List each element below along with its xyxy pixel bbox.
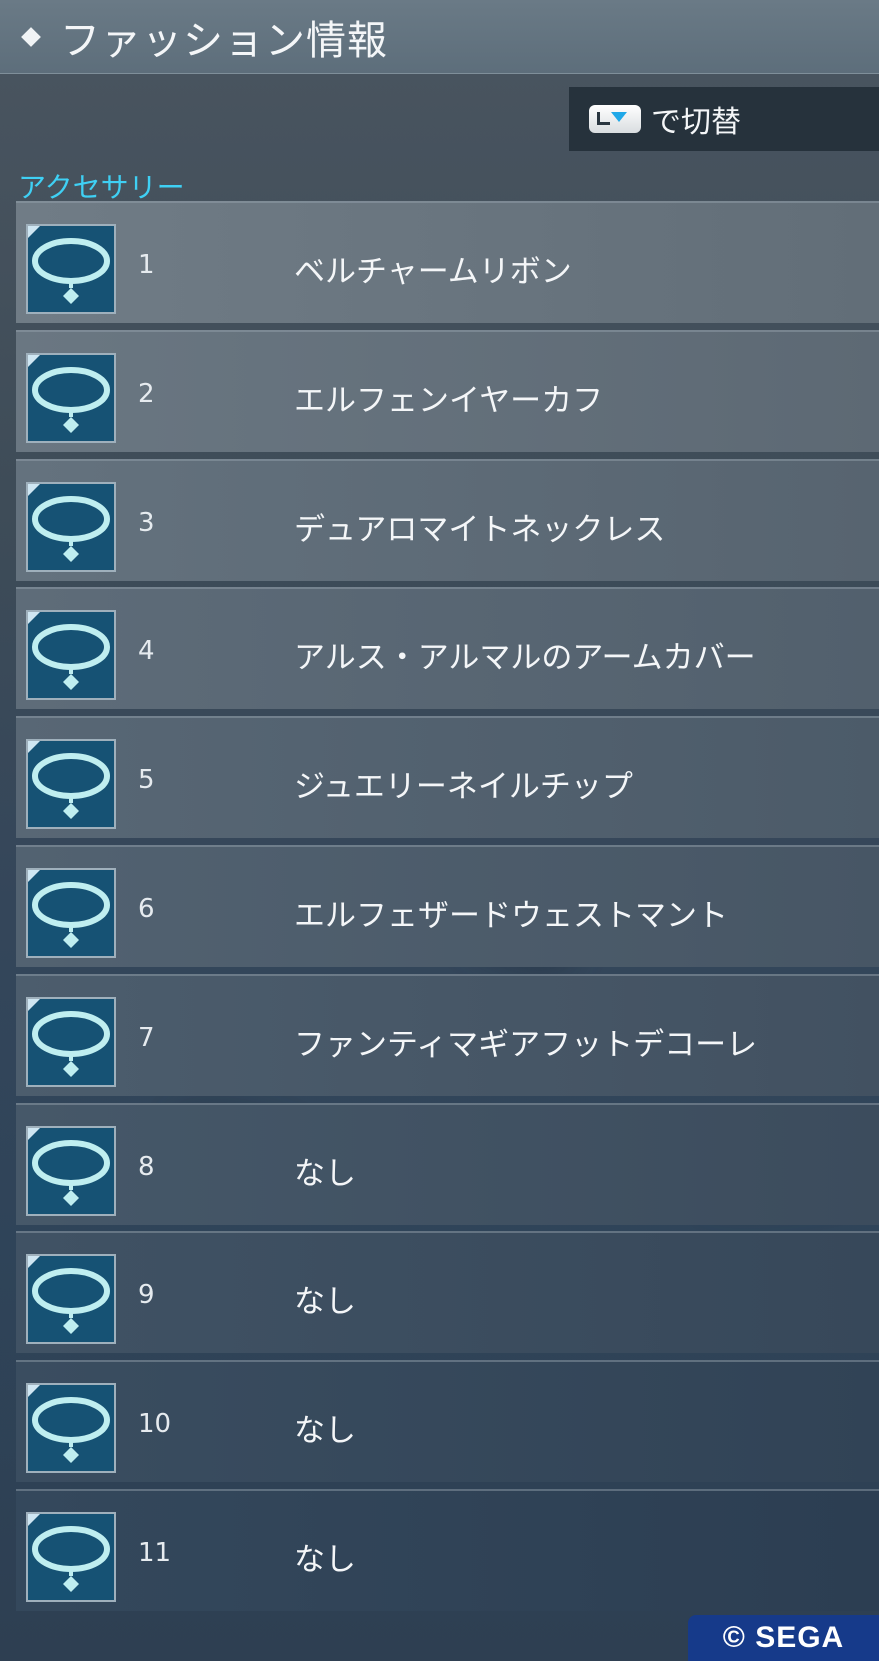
list-item[interactable]: 3 デュアロマイトネックレス bbox=[16, 459, 879, 581]
item-name: なし bbox=[294, 1542, 356, 1578]
list-item[interactable]: 8 なし bbox=[16, 1103, 879, 1225]
item-number: 11 bbox=[138, 1538, 172, 1568]
list-item[interactable]: 10 なし bbox=[16, 1360, 879, 1482]
accessory-necklace-icon bbox=[26, 1512, 116, 1602]
accessory-necklace-icon bbox=[26, 1254, 116, 1344]
accessory-necklace-icon bbox=[26, 1383, 116, 1473]
item-name: エルフェンイヤーカフ bbox=[294, 383, 604, 419]
item-number: 9 bbox=[138, 1280, 155, 1310]
list-item[interactable]: 4 アルス・アルマルのアームカバー bbox=[16, 587, 879, 709]
list-item[interactable]: 11 なし bbox=[16, 1489, 879, 1611]
switch-hint[interactable]: で切替 bbox=[569, 87, 879, 151]
item-number: 8 bbox=[138, 1152, 155, 1182]
list-item[interactable]: 7 ファンティマギアフットデコーレ bbox=[16, 974, 879, 1096]
item-number: 4 bbox=[138, 636, 155, 666]
diamond-bullet-icon bbox=[21, 26, 41, 47]
page-title: ファッション情報 bbox=[60, 17, 388, 64]
item-number: 7 bbox=[138, 1023, 155, 1053]
lb-button-icon bbox=[589, 105, 641, 133]
list-item[interactable]: 2 エルフェンイヤーカフ bbox=[16, 330, 879, 452]
item-number: 10 bbox=[138, 1409, 172, 1439]
item-number: 6 bbox=[138, 894, 155, 924]
item-name: ジュエリーネイルチップ bbox=[294, 769, 633, 805]
item-name: なし bbox=[294, 1413, 356, 1449]
list-item[interactable]: 9 なし bbox=[16, 1231, 879, 1353]
item-number: 2 bbox=[138, 379, 155, 409]
page-header: ファッション情報 bbox=[0, 0, 879, 74]
item-name: アルス・アルマルのアームカバー bbox=[294, 640, 756, 676]
item-name: ベルチャームリボン bbox=[294, 254, 572, 290]
item-name: ファンティマギアフットデコーレ bbox=[294, 1027, 758, 1063]
item-number: 1 bbox=[138, 250, 155, 280]
accessory-necklace-icon bbox=[26, 868, 116, 958]
item-number: 3 bbox=[138, 508, 155, 538]
accessory-necklace-icon bbox=[26, 739, 116, 829]
accessory-necklace-icon bbox=[26, 997, 116, 1087]
list-item[interactable]: 6 エルフェザードウェストマント bbox=[16, 845, 879, 967]
list-item[interactable]: 5 ジュエリーネイルチップ bbox=[16, 716, 879, 838]
list-item[interactable]: 1 ベルチャームリボン bbox=[16, 201, 879, 323]
accessory-necklace-icon bbox=[26, 353, 116, 443]
accessory-necklace-icon bbox=[26, 610, 116, 700]
accessory-necklace-icon bbox=[26, 482, 116, 572]
item-name: デュアロマイトネックレス bbox=[294, 512, 666, 548]
sega-copyright: © SEGA bbox=[688, 1615, 879, 1661]
item-name: なし bbox=[294, 1156, 356, 1192]
item-name: なし bbox=[294, 1284, 356, 1320]
accessory-necklace-icon bbox=[26, 1126, 116, 1216]
switch-label: で切替 bbox=[651, 105, 741, 140]
accessory-necklace-icon bbox=[26, 224, 116, 314]
item-name: エルフェザードウェストマント bbox=[294, 898, 728, 934]
section-label-accessory: アクセサリー bbox=[18, 171, 185, 204]
item-number: 5 bbox=[138, 765, 155, 795]
